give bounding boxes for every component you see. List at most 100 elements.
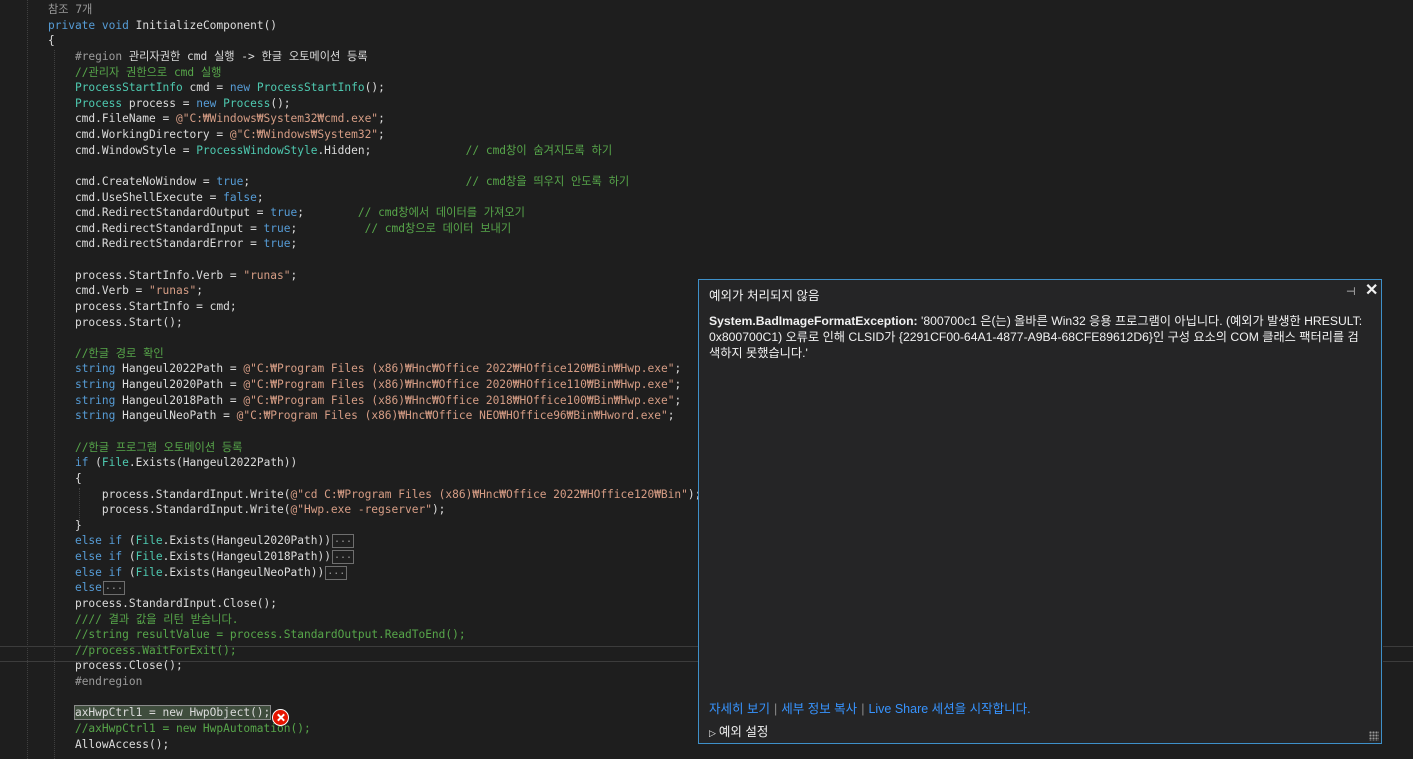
code-line[interactable]: ProcessStartInfo cmd = new ProcessStartI… (48, 80, 385, 96)
code-line[interactable]: cmd.RedirectStandardInput = true; // cmd… (48, 221, 511, 237)
view-details-link[interactable]: 자세히 보기 (709, 702, 770, 716)
code-token: ; (674, 378, 682, 392)
code-line[interactable]: //// 결과 값을 리턴 받습니다. (48, 612, 239, 628)
exception-settings-toggle[interactable]: ▷ 예외 설정 (709, 721, 768, 740)
code-line[interactable]: if (File.Exists(Hangeul2022Path)) (48, 455, 297, 471)
code-line[interactable]: //관리자 권한으로 cmd 실행 (48, 65, 222, 81)
code-token: process.StartInfo.Verb = (48, 268, 244, 282)
code-token: else (74, 534, 102, 548)
code-line[interactable]: else... (48, 580, 125, 596)
code-line[interactable]: private void InitializeComponent() (48, 18, 277, 34)
code-token: ; (290, 268, 298, 282)
code-line[interactable]: //process.WaitForExit(); (48, 643, 237, 659)
code-line[interactable]: Process process = new Process(); (48, 96, 291, 112)
code-line[interactable]: #region 관리자권한 cmd 실행 -> 한글 오토메이션 등록 (48, 49, 368, 65)
code-token: .Exists(Hangeul2020Path)) (162, 534, 331, 548)
code-line[interactable]: process.StartInfo.Verb = "runas"; (48, 268, 297, 284)
code-token: ; (256, 190, 264, 204)
code-line[interactable]: process.Close(); (48, 658, 183, 674)
live-share-link[interactable]: Live Share 세션을 시작합니다. (868, 702, 1030, 716)
code-token: cmd.RedirectStandardError = (48, 237, 264, 251)
code-token: else (74, 565, 102, 579)
code-token: //한글 프로그램 오토메이션 등록 (74, 440, 243, 454)
code-line[interactable]: else if (File.Exists(Hangeul2018Path))..… (48, 549, 355, 565)
code-line[interactable]: 참조 7개 (48, 2, 92, 18)
collapsed-region-marker[interactable]: ... (331, 550, 355, 565)
code-token: ( (122, 550, 136, 564)
code-token: ; (297, 206, 358, 220)
code-token: true (216, 174, 244, 188)
code-line[interactable]: //string resultValue = process.StandardO… (48, 627, 466, 643)
copy-details-link[interactable]: 세부 정보 복사 (781, 702, 857, 716)
code-token: cmd = (182, 81, 230, 95)
current-line-indicator (1383, 646, 1413, 647)
code-line[interactable]: else if (File.Exists(Hangeul2020Path))..… (48, 533, 355, 549)
code-token: .Exists(Hangeul2022Path)) (128, 456, 298, 470)
code-line[interactable]: axHwpCtrl1 = new HwpObject(); (48, 705, 272, 721)
close-icon[interactable]: ✕ (1365, 283, 1379, 299)
code-line[interactable]: //한글 프로그램 오토메이션 등록 (48, 440, 242, 456)
code-line[interactable]: process.StartInfo = cmd; (48, 299, 237, 315)
collapsed-region-marker[interactable]: ... (102, 581, 125, 596)
code-token: process.StandardInput.Close(); (48, 596, 278, 610)
code-token: // cmd창으로 데이터 보내기 (364, 221, 512, 235)
code-line[interactable]: string HangeulNeoPath = @"C:₩Program Fil… (48, 408, 675, 424)
code-token: process.StandardInput.Write( (48, 487, 291, 501)
code-line[interactable]: //axHwpCtrl1 = new HwpAutomation(); (48, 721, 311, 737)
code-token: string (74, 378, 116, 392)
resize-grip-icon[interactable] (1369, 731, 1379, 741)
code-token: (); (364, 81, 385, 95)
code-line[interactable]: process.Start(); (48, 315, 183, 331)
code-line[interactable]: #endregion (48, 674, 142, 690)
code-line[interactable]: cmd.Verb = "runas"; (48, 283, 203, 299)
code-token: 참조 7개 (48, 3, 93, 16)
collapsed-region-marker[interactable]: ... (331, 534, 355, 549)
code-token: @"C:₩Windows₩System32₩cmd.exe" (175, 112, 379, 126)
code-token: @"C:₩Program Files (x86)₩Hnc₩Office NEO₩… (236, 409, 668, 423)
collapsed-region-marker[interactable]: ... (325, 565, 348, 580)
code-token: void (101, 18, 129, 32)
code-line[interactable]: AllowAccess(); (48, 737, 169, 753)
code-token: .Exists(HangeulNeoPath)) (162, 565, 325, 579)
pin-icon[interactable]: ⊣ (1346, 285, 1356, 298)
code-token: //한글 경로 확인 (74, 346, 164, 360)
code-line[interactable]: cmd.RedirectStandardError = true; (48, 236, 297, 252)
code-line[interactable]: string Hangeul2018Path = @"C:₩Program Fi… (48, 393, 681, 409)
code-line[interactable]: cmd.FileName = @"C:₩Windows₩System32₩cmd… (48, 111, 385, 127)
error-icon[interactable] (272, 709, 289, 726)
code-token: cmd.FileName = (48, 112, 176, 126)
code-token: 관리자권한 cmd 실행 -> 한글 오토메이션 등록 (122, 49, 368, 63)
code-line[interactable]: process.StandardInput.Close(); (48, 596, 277, 612)
code-line[interactable]: process.StandardInput.Write(@"Hwp.exe -r… (48, 502, 446, 518)
code-token: string (74, 409, 116, 423)
link-separator: | (861, 702, 865, 716)
code-line[interactable]: process.StandardInput.Write(@"cd C:₩Prog… (48, 487, 702, 503)
exception-helper-popup: 예외가 처리되지 않음 ⊣ ✕ System.BadImageFormatExc… (698, 279, 1382, 744)
code-line[interactable]: else if (File.Exists(HangeulNeoPath))... (48, 565, 348, 581)
code-line[interactable]: cmd.WindowStyle = ProcessWindowStyle.Hid… (48, 143, 612, 159)
code-line[interactable]: { (48, 33, 55, 49)
code-line[interactable]: { (48, 471, 82, 487)
code-line[interactable]: string Hangeul2022Path = @"C:₩Program Fi… (48, 361, 681, 377)
code-line[interactable]: } (48, 518, 82, 534)
code-token: @"C:₩Program Files (x86)₩Hnc₩Office 2020… (243, 378, 675, 392)
code-line[interactable]: cmd.CreateNoWindow = true; // cmd창을 띄우지 … (48, 174, 629, 190)
code-line[interactable]: string Hangeul2020Path = @"C:₩Program Fi… (48, 377, 681, 393)
code-line[interactable]: cmd.WorkingDirectory = @"C:₩Windows₩Syst… (48, 127, 385, 143)
code-line[interactable]: cmd.UseShellExecute = false; (48, 190, 264, 206)
code-token: ; (667, 409, 675, 423)
code-token: cmd.RedirectStandardInput = (48, 221, 264, 235)
code-token: process.StartInfo = cmd; (48, 299, 237, 313)
code-token: true (263, 221, 291, 235)
code-line[interactable]: //한글 경로 확인 (48, 346, 164, 362)
code-token: .Exists(Hangeul2018Path)) (162, 550, 331, 564)
code-token: ); (431, 503, 446, 517)
code-line[interactable]: cmd.RedirectStandardOutput = true; // cm… (48, 205, 525, 221)
